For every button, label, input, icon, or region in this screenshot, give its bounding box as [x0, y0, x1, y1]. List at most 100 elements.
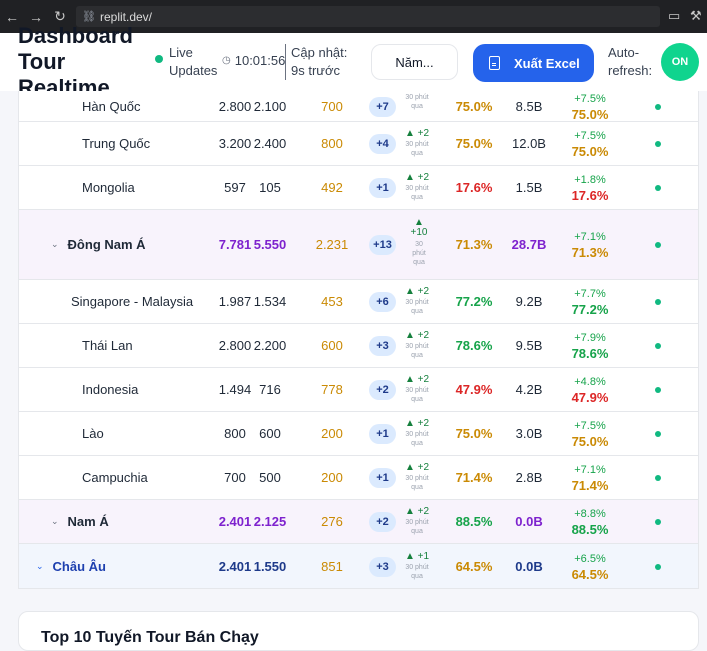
- row-name-cell: Lào: [82, 412, 104, 455]
- status-dot-icon: [655, 519, 661, 525]
- delta-indicator: ▲ +2 30 phút qua: [397, 331, 437, 360]
- completion-pct: 75.0%: [455, 136, 493, 151]
- revenue-cell: 9.2B: [515, 294, 543, 309]
- status-dot-icon: [655, 185, 661, 191]
- remaining-cell: 600: [321, 338, 343, 353]
- growth-value: +7.7%: [574, 288, 606, 300]
- change-badge: +3: [369, 336, 396, 356]
- clock: ◷ 10:01:56: [222, 53, 285, 68]
- revenue-cell: 1.5B: [515, 180, 543, 195]
- delta-indicator: ▲ +2 30 phút qua: [397, 173, 437, 202]
- sold-cell: 2.100: [253, 98, 287, 114]
- row-name: Indonesia: [82, 382, 139, 397]
- delta-period: 30 phút qua: [405, 93, 429, 110]
- change-badge: +7: [369, 96, 396, 117]
- completion-pct: 78.6%: [455, 338, 493, 353]
- growth-cell: +7.7% 77.2%: [560, 287, 620, 317]
- delta-indicator: ▲ +1 30 phút qua: [397, 551, 437, 581]
- wrench-icon[interactable]: ⚒: [690, 8, 702, 24]
- link-icon: ⛓: [82, 11, 96, 23]
- revenue-cell: 0.0B: [515, 514, 543, 529]
- revenue-cell: 2.8B: [515, 470, 543, 485]
- status-dot-icon: [655, 387, 661, 393]
- delta-value: +10: [410, 227, 428, 238]
- update-label: Cập nhật:: [291, 45, 348, 60]
- sold-cell: 716: [259, 382, 281, 397]
- growth-cell: +7.5% 75.0%: [560, 129, 620, 159]
- status-dot-icon: [655, 103, 661, 110]
- growth-value: +7.5%: [574, 130, 606, 142]
- change-badge: +1: [369, 468, 396, 488]
- delta-period: 30 phút qua: [405, 563, 429, 580]
- row-name: Campuchia: [82, 470, 148, 485]
- growth-cell: +7.1% 71.4%: [560, 463, 620, 493]
- delta-period: 30 phút qua: [405, 519, 429, 535]
- sold-cell: 2.125: [253, 514, 287, 529]
- chevron-down-icon[interactable]: ⌄: [36, 561, 44, 572]
- remaining-cell: 700: [321, 98, 343, 114]
- growth-pct: 71.4%: [571, 478, 609, 493]
- sold-cell: 1.550: [253, 558, 287, 574]
- auto-refresh-toggle[interactable]: ON: [661, 43, 699, 81]
- status-dot-icon: [655, 242, 661, 248]
- delta-period: 30 phút qua: [405, 387, 429, 403]
- row-name: Mongolia: [82, 180, 135, 195]
- growth-cell: +7.9% 78.6%: [560, 331, 620, 361]
- growth-pct: 77.2%: [571, 302, 609, 317]
- row-name: Hàn Quốc: [82, 98, 141, 114]
- completion-pct: 47.9%: [455, 382, 493, 397]
- growth-cell: +8.8% 88.5%: [560, 507, 620, 537]
- clock-icon: ◷: [222, 55, 231, 66]
- delta-value: ▲ +2: [404, 330, 430, 341]
- status-dot-icon: [655, 299, 661, 305]
- screen-icon[interactable]: ▭: [668, 8, 680, 24]
- dashboard-header: Dashboard Tour Realtime Live Updates ◷ 1…: [0, 23, 707, 100]
- chevron-down-icon[interactable]: ⌄: [51, 239, 59, 250]
- row-name-cell: ⌄ Châu Âu: [36, 544, 106, 588]
- row-name: Nam Á: [67, 514, 109, 529]
- year-select[interactable]: Năm...: [371, 44, 458, 80]
- auto-label-1: Auto-: [608, 45, 640, 60]
- export-excel-button[interactable]: Xuất Excel: [473, 44, 594, 82]
- chevron-down-icon[interactable]: ⌄: [51, 516, 59, 527]
- url-text: replit.dev/: [99, 9, 152, 24]
- clock-time: 10:01:56: [234, 53, 286, 68]
- row-name: Châu Âu: [52, 558, 106, 574]
- table-row: Campuchia 700 500 200 +1 ▲ +2 30 phút qua 71.4%…: [19, 456, 698, 500]
- delta-value: ▲ +2: [404, 172, 430, 183]
- remaining-cell: 2.231: [315, 237, 349, 252]
- sold-cell: 500: [259, 470, 281, 485]
- growth-value: +7.1%: [574, 231, 606, 243]
- status-dot-icon: [655, 343, 661, 349]
- growth-pct: 75.0%: [571, 434, 609, 449]
- revenue-cell: 4.2B: [515, 382, 543, 397]
- growth-pct: 71.3%: [571, 245, 609, 260]
- live-indicator: Live Updates: [155, 44, 217, 80]
- row-name-cell: Mongolia: [82, 166, 135, 209]
- growth-pct: 78.6%: [571, 346, 609, 361]
- change-badge: +13: [369, 235, 396, 255]
- sold-cell: 105: [259, 180, 281, 195]
- row-name-cell: Campuchia: [82, 456, 148, 499]
- change-badge: +6: [369, 292, 396, 312]
- continent-row[interactable]: ⌄ Châu Âu 2.401 1.550 851 +3 ▲ +1 30 phút qua 64…: [19, 544, 698, 588]
- row-name-cell: Indonesia: [82, 368, 138, 411]
- revenue-cell: 28.7B: [511, 237, 547, 252]
- sold-cell: 2.400: [253, 136, 287, 151]
- change-badge: +1: [369, 178, 396, 198]
- growth-pct: 75.0%: [571, 106, 609, 122]
- update-time: 9s trước: [291, 63, 341, 78]
- status-dot-icon: [655, 563, 661, 570]
- region-row[interactable]: ⌄ Đông Nam Á 7.781 5.550 2.231 +13 ▲ +10 30 phút…: [19, 210, 698, 280]
- address-bar[interactable]: ⛓ replit.dev/: [76, 6, 660, 27]
- growth-pct: 75.0%: [571, 144, 609, 159]
- delta-indicator: ▲ +2 30 phút qua: [397, 419, 437, 448]
- delta-period: 30 phút qua: [405, 141, 429, 157]
- row-name-cell: Singapore - Malaysia: [71, 280, 193, 323]
- delta-period: 30 phút qua: [405, 185, 429, 201]
- region-row[interactable]: ⌄ Nam Á 2.401 2.125 276 +2 ▲ +2 30 phút qua 88.5…: [19, 500, 698, 544]
- growth-cell: +7.1% 71.3%: [560, 230, 620, 260]
- remaining-cell: 851: [321, 558, 343, 574]
- auto-refresh-label: Auto- refresh:: [608, 44, 652, 80]
- delta-period: 30 phút qua: [405, 299, 429, 315]
